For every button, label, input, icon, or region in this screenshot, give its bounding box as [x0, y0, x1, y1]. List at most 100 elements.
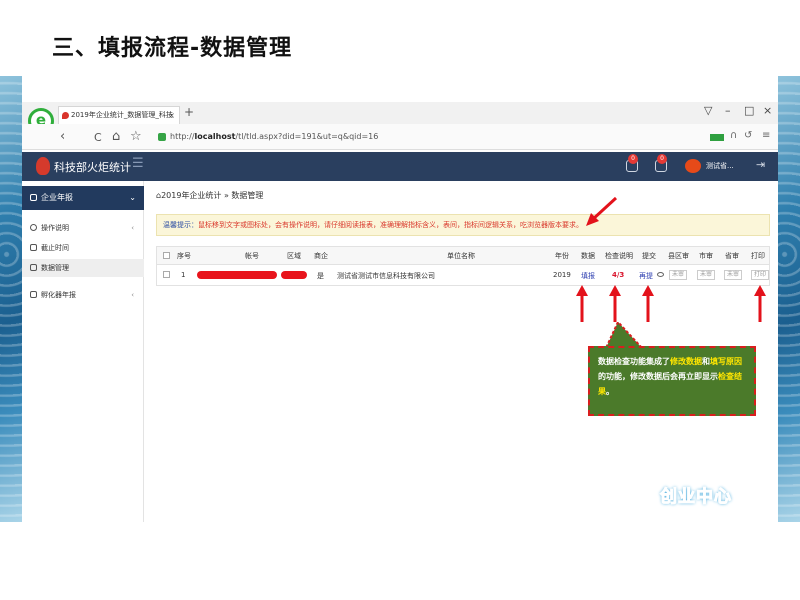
bookmark-star-icon[interactable]: ☆: [130, 129, 142, 144]
cell-unit: 测试省测试市信息科技有限公司: [337, 272, 435, 280]
watermark-logo: 创业中心: [660, 487, 732, 508]
tab-favicon-icon: [62, 112, 69, 119]
home-button[interactable]: ⌂: [112, 129, 120, 144]
new-tab-button[interactable]: +: [184, 105, 194, 119]
sidebar-group-enterprise-annual[interactable]: 企业年报 ⌄: [22, 186, 144, 210]
message-badge: 0: [657, 154, 667, 164]
print-button[interactable]: 打印: [751, 270, 769, 280]
header-province: 省审: [725, 252, 739, 260]
notification-badge: 0: [628, 154, 638, 164]
notice-text: 鼠标移到文字或图标处，会有操作说明，请仔细阅读报表，准确理解指标含义，表间，指标…: [198, 221, 583, 229]
select-all-checkbox[interactable]: [163, 252, 170, 259]
header-account: 帐号: [245, 252, 259, 260]
callout-text-3: 的功能，修改数据后会再立即显示: [598, 372, 718, 381]
sidebar-group2-label: 孵化器年报: [41, 291, 76, 299]
slide: 三、填报流程-数据管理 e 2019年企业统计_数据管理_科技 × + ▽ – …: [0, 0, 800, 600]
city-status-badge: 未审: [697, 270, 716, 280]
arrow-to-notice: [586, 196, 618, 226]
browser-tab[interactable]: 2019年企业统计_数据管理_科技 ×: [58, 106, 180, 124]
eye-icon[interactable]: [657, 272, 664, 277]
browser-menu-icon[interactable]: ≡: [762, 130, 770, 141]
back-button[interactable]: ‹: [60, 129, 65, 144]
table-header-row: 序号 帐号 区域 商企 单位名称 年份 数据 检查说明 提交 县区审 市审 省审…: [157, 247, 769, 265]
header-submit: 提交: [642, 252, 656, 260]
callout-text-4: 。: [606, 387, 614, 396]
fill-report-link[interactable]: 填报: [581, 271, 595, 281]
table-row: 1 是 测试省测试市信息科技有限公司 2019 填报 4/3 再提 未审 未审 …: [157, 266, 769, 285]
chevron-left-icon: ‹: [131, 224, 134, 232]
hamburger-menu-icon[interactable]: ☰: [132, 156, 144, 171]
user-group-icon: [30, 194, 37, 201]
row-checkbox[interactable]: [163, 271, 170, 278]
undo-icon[interactable]: ↺: [744, 130, 752, 141]
url-scheme: http://: [170, 132, 195, 141]
window-close-button[interactable]: ×: [763, 104, 772, 117]
callout-pointer: [604, 322, 644, 348]
header-check: 检查说明: [605, 252, 633, 260]
torch-logo-icon: [36, 157, 50, 175]
window-pin-icon[interactable]: ▽: [704, 104, 712, 117]
url-input[interactable]: http://localhost/tl/tld.aspx?did=191&ut=…: [158, 129, 578, 145]
sidebar-item-label: 操作说明: [41, 224, 69, 232]
slide-title: 三、填报流程-数据管理: [52, 36, 293, 61]
window-maximize-button[interactable]: □: [744, 104, 754, 117]
arrow-up-data: [576, 285, 588, 322]
calendar-icon: [30, 244, 37, 251]
grid-icon: [30, 264, 37, 271]
cell-year: 2019: [553, 271, 571, 279]
redacted-region: [281, 271, 307, 279]
breadcrumb-text: 2019年企业统计 » 数据管理: [161, 191, 264, 200]
county-status-badge: 未审: [669, 270, 688, 280]
notice-label: 温馨提示：: [163, 221, 198, 229]
sidebar-item-instructions[interactable]: 操作说明 ‹: [22, 219, 144, 237]
chevron-left-icon: ‹: [131, 291, 134, 299]
sidebar-item-label: 数据管理: [41, 264, 69, 272]
logout-icon[interactable]: ⇥: [756, 158, 765, 171]
url-path: /tl/tld.aspx?did=191&ut=q&qid=16: [235, 132, 379, 141]
callout-highlight-2: 填写原因: [710, 357, 742, 366]
header-seq: 序号: [177, 252, 191, 260]
header-region: 区域: [287, 252, 301, 260]
header-unit: 单位名称: [447, 252, 475, 260]
tab-close-icon[interactable]: ×: [168, 107, 175, 124]
cell-seq: 1: [181, 271, 186, 279]
user-avatar[interactable]: [685, 159, 701, 173]
callout-text-1: 数据检查功能集成了: [598, 357, 670, 366]
redacted-account: [197, 271, 277, 279]
incubator-icon: [30, 291, 37, 298]
water-background-left: [0, 76, 22, 522]
user-name-dropdown[interactable]: 测试省...: [706, 161, 734, 171]
url-host: localhost: [194, 132, 236, 141]
check-result-link[interactable]: 4/3: [612, 271, 624, 279]
header-listed: 商企: [314, 252, 328, 260]
sidebar-item-data-management[interactable]: 数据管理: [22, 259, 144, 277]
callout-text-2: 和: [702, 357, 710, 366]
secure-shield-icon: [158, 133, 166, 141]
refresh-button[interactable]: C: [94, 131, 102, 144]
header-county: 县区审: [668, 252, 689, 260]
sidebar-group-incubator-annual[interactable]: 孵化器年报 ‹: [22, 286, 144, 304]
screenshot-frame: e 2019年企业统计_数据管理_科技 × + ▽ – □ × ‹ C ⌂ ☆ …: [22, 76, 778, 522]
arrow-up-print: [754, 285, 766, 322]
sidebar-item-deadline[interactable]: 截止时间: [22, 239, 144, 257]
battery-icon: [710, 134, 724, 141]
headphones-icon[interactable]: ∩: [730, 130, 737, 141]
app-title: 科技部火炬统计: [54, 161, 131, 174]
arrow-up-submit: [642, 285, 654, 322]
callout-highlight-1: 修改数据: [670, 357, 702, 366]
callout-box: 数据检查功能集成了修改数据和填写原因的功能，修改数据后会再立即显示检查结果。: [588, 346, 756, 416]
resubmit-link[interactable]: 再提: [639, 271, 653, 281]
data-table: 序号 帐号 区域 商企 单位名称 年份 数据 检查说明 提交 县区审 市审 省审…: [156, 246, 770, 286]
header-print: 打印: [751, 252, 765, 260]
notice-banner: 温馨提示：鼠标移到文字或图标处，会有操作说明，请仔细阅读报表，准确理解指标含义，…: [156, 214, 770, 236]
water-background-right: [778, 76, 800, 522]
chevron-down-icon: ⌄: [129, 193, 136, 202]
cell-listed: 是: [317, 272, 324, 280]
window-minimize-button[interactable]: –: [725, 104, 731, 117]
province-status-badge: 未审: [724, 270, 743, 280]
arrow-up-check: [609, 285, 621, 322]
help-circle-icon: [30, 224, 37, 231]
tab-title: 2019年企业统计_数据管理_科技: [71, 111, 173, 119]
header-year: 年份: [555, 252, 569, 260]
header-data: 数据: [581, 252, 595, 260]
